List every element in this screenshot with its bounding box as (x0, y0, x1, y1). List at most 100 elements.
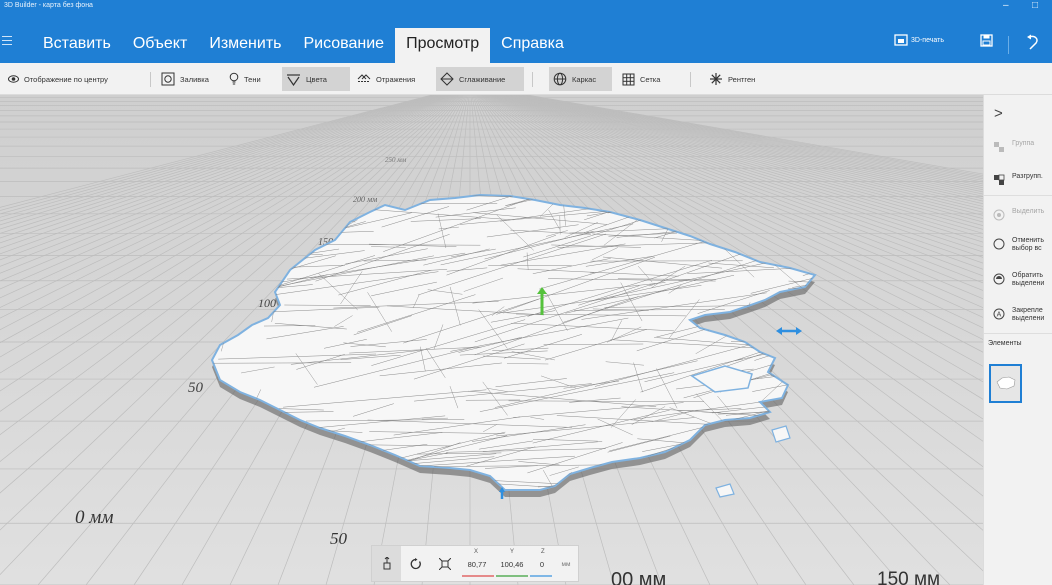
lightbulb-icon (229, 72, 239, 85)
fill-label: Заливка (180, 74, 209, 84)
colors-icon (287, 73, 300, 86)
toolbar-separator (690, 72, 691, 87)
tab-help[interactable]: Справка (490, 28, 575, 63)
wireframe-label: Каркас (572, 74, 597, 84)
x-axis-label: X (474, 549, 479, 555)
panel-divider (984, 333, 1052, 334)
grid-icon (622, 73, 635, 85)
toolbar-separator (532, 72, 533, 87)
pin-label-1: Закрепле (1012, 307, 1043, 314)
select-all-label: Выделить (1012, 208, 1045, 215)
fill-icon (161, 72, 175, 86)
deselect-label-2: выбор вс (1012, 245, 1042, 252)
element-thumbnail[interactable] (989, 364, 1022, 403)
panel-divider (984, 195, 1052, 196)
smoothing-button[interactable]: Сглаживание (436, 67, 524, 91)
grid-label-50: 50 (188, 380, 204, 396)
invert-selection-button[interactable]: Обратить выделени (992, 272, 1044, 288)
grid-label-200: 200 мм (353, 195, 377, 204)
xray-icon (710, 73, 722, 85)
elements-label: Элементы (988, 340, 1022, 347)
transform-bar: X Y Z 80,77 100,46 0 мм (371, 545, 579, 582)
reflections-label: Отражения (376, 74, 416, 84)
invert-selection-icon (993, 273, 1005, 285)
collapse-panel-icon[interactable]: > (994, 105, 1003, 122)
ungroup-button[interactable]: Разгрупп. (992, 173, 1043, 187)
center-view-button[interactable]: Отображение по центру (4, 67, 114, 91)
undo-button[interactable] (1026, 34, 1040, 50)
pin-selection-button[interactable]: A Закрепле выделени (992, 307, 1044, 323)
grid-label-150-bottom: 150 мм (877, 569, 940, 585)
group-button[interactable]: Группа (992, 140, 1034, 154)
y-coordinate-field[interactable]: 100,46 (496, 560, 528, 569)
hamburger-menu-icon[interactable] (2, 36, 12, 46)
grid-label-250: 250 мм (385, 156, 407, 164)
grid-label-50-bottom: 50 (330, 529, 348, 548)
ribbon-separator (1008, 36, 1009, 54)
pin-selection-icon: A (993, 308, 1005, 320)
wireframe-button[interactable]: Каркас (549, 67, 612, 91)
globe-icon (553, 72, 567, 86)
group-icon (994, 142, 1004, 152)
tab-view[interactable]: Просмотр (395, 28, 491, 63)
move-icon (383, 557, 390, 570)
pin-label-2: выделени (1012, 315, 1045, 322)
deselect-all-button[interactable]: Отменить выбор вс (992, 237, 1044, 253)
scale-tool-button[interactable] (430, 546, 459, 581)
center-view-label: Отображение по центру (24, 74, 108, 84)
save-button[interactable] (980, 34, 993, 47)
smoothing-label: Сглаживание (459, 74, 506, 84)
xray-label: Рентген (728, 74, 756, 84)
group-label: Группа (1012, 140, 1035, 147)
print3d-label: 3D-печать (911, 36, 944, 44)
grid-label: Сетка (640, 74, 661, 84)
rotate-tool-button[interactable] (401, 546, 430, 581)
colors-button[interactable]: Цвета (282, 67, 350, 91)
z-coordinate-field[interactable]: 0 (532, 560, 552, 569)
ribbon-tabs: Вставить Объект Изменить Рисование Просм… (32, 28, 575, 63)
z-axis-label: Z (541, 549, 545, 555)
fill-button[interactable]: Заливка (157, 67, 215, 91)
deselect-circle-icon (993, 238, 1005, 250)
select-all-button[interactable]: Выделить (992, 208, 1044, 222)
grid-button[interactable]: Сетка (618, 67, 666, 91)
print3d-button[interactable]: 3D-печать (894, 34, 944, 46)
grid-label-0: 0 мм (75, 507, 114, 528)
right-panel: > Группа Разгрупп. Выделить Отменить выбо… (983, 95, 1052, 585)
3d-viewport[interactable]: 0 мм 50 50 100 мм 150 200 мм 250 мм 00 м… (0, 95, 983, 585)
move-tool-button[interactable] (372, 546, 401, 581)
invert-label-2: выделени (1012, 280, 1045, 287)
z-axis-indicator (530, 575, 552, 577)
ungroup-label: Разгрупп. (1012, 173, 1043, 180)
svg-text:A: A (997, 312, 1002, 319)
undo-icon (1027, 34, 1038, 50)
reflections-button[interactable]: Отражения (353, 67, 421, 91)
x-coordinate-field[interactable]: 80,77 (462, 560, 492, 569)
tab-paint[interactable]: Рисование (292, 28, 395, 63)
view-toolbar: Отображение по центру Заливка Тени Цвета… (0, 63, 1052, 95)
save-icon (980, 34, 993, 47)
shadows-label: Тени (244, 74, 261, 84)
select-all-icon (993, 209, 1005, 221)
maximize-button[interactable]: □ (1032, 0, 1038, 11)
y-axis-indicator (496, 575, 528, 577)
deselect-label-1: Отменить (1012, 237, 1044, 244)
minimize-button[interactable]: – (1003, 0, 1009, 11)
grid-label-100-bottom: 00 мм (611, 569, 666, 585)
scale-icon (438, 557, 451, 570)
shadows-button[interactable]: Тени (225, 67, 267, 91)
unit-label: мм (561, 561, 571, 568)
colors-label: Цвета (306, 74, 327, 84)
ribbon-band: 3D Builder - карта без фона – □ Вставить… (0, 0, 1052, 63)
window-title: 3D Builder - карта без фона (4, 2, 93, 9)
tab-insert[interactable]: Вставить (32, 28, 122, 63)
xray-button[interactable]: Рентген (705, 67, 761, 91)
tab-edit[interactable]: Изменить (198, 28, 292, 63)
tab-object[interactable]: Объект (122, 28, 198, 63)
reflections-icon (357, 74, 371, 82)
invert-label-1: Обратить (1012, 272, 1044, 279)
scene-canvas[interactable]: 0 мм 50 50 100 мм 150 200 мм 250 мм 00 м… (0, 95, 983, 585)
print3d-icon (894, 34, 908, 46)
rotate-icon (410, 557, 421, 569)
x-axis-indicator (462, 575, 494, 577)
